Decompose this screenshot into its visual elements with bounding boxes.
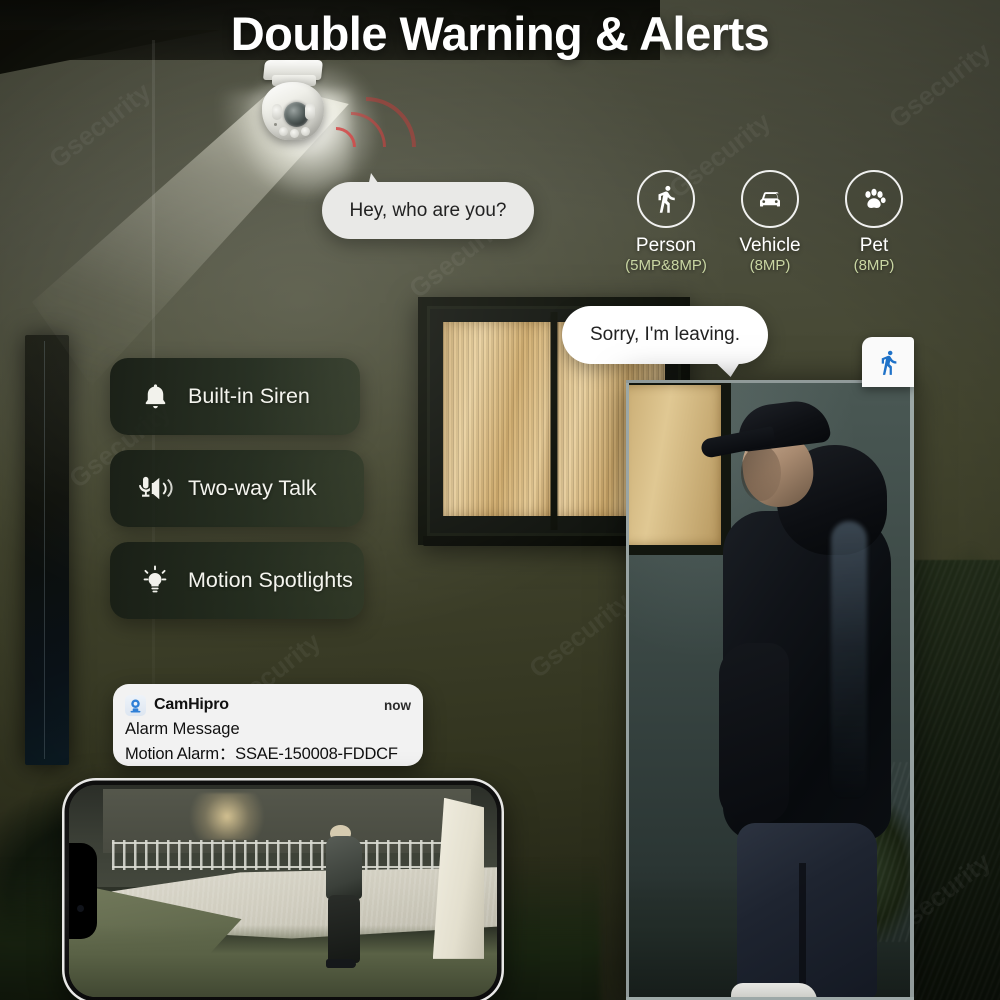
intruder-legs (737, 823, 877, 997)
phone-feed-string-lights (180, 793, 275, 841)
notification-title: Alarm Message (125, 720, 240, 738)
intruder-leg-split (799, 863, 806, 993)
camhipro-app-icon (125, 694, 146, 716)
intruder-shoe (731, 983, 817, 997)
two-way-talk-icon (132, 474, 178, 503)
feature-pill-two-way-talk[interactable]: Two-way Talk (110, 450, 364, 527)
intruder-arm (719, 643, 789, 823)
intruder-speech-text: Sorry, I'm leaving. (589, 324, 741, 345)
detection-label: Pet (859, 235, 889, 256)
intruder-highlight (831, 521, 867, 801)
detection-item-person[interactable]: Person (5MP&8MP) (620, 170, 712, 274)
smartphone-mockup[interactable] (62, 778, 504, 1000)
notification-header: CamHipro now (125, 692, 411, 718)
camera-speech-bubble: Hey, who are you? (322, 182, 534, 239)
phone-feed-person-body (325, 835, 363, 900)
light-bulb-icon (132, 564, 178, 598)
security-camera-device (258, 60, 330, 146)
feature-pill-motion-spotlights[interactable]: Motion Spotlights (110, 542, 364, 619)
phone-notch (69, 843, 97, 939)
phone-front-camera-icon (77, 905, 84, 912)
detection-item-pet[interactable]: Pet (8MP) (828, 170, 920, 274)
phone-screen[interactable] (69, 785, 497, 997)
detection-item-vehicle[interactable]: Vehicle (8MP) (724, 170, 816, 274)
bell-icon (132, 381, 178, 412)
alarm-notification-card[interactable]: CamHipro now Alarm Message Motion Alarm：… (113, 684, 423, 766)
camera-ir-led (272, 104, 282, 120)
phone-feed-person-shoe (325, 958, 356, 969)
intruder-face-shadow (741, 445, 781, 501)
promotional-banner: Gsecurity Gsecurity Gsecurity Gsecurity … (0, 0, 1000, 1000)
camera-body (262, 82, 324, 140)
camera-ir-led (301, 127, 310, 136)
notification-timestamp: now (384, 697, 411, 713)
dark-door-panel (25, 335, 69, 765)
camera-ir-led (290, 129, 299, 138)
window-pane-left (443, 322, 555, 516)
feature-label: Two-way Talk (188, 476, 317, 500)
phone-feed-fence-rail (111, 842, 480, 845)
intruder-figure (681, 393, 891, 997)
camera-ir-led (305, 103, 315, 120)
phone-feed-person-legs (327, 895, 361, 964)
camera-speech-text: Hey, who are you? (349, 199, 507, 221)
notification-body: Motion Alarm：SSAE-150008-FDDCF (125, 745, 398, 763)
phone-feed-fence-rail (111, 865, 480, 868)
intruder-speech-bubble: Sorry, I'm leaving. (562, 306, 768, 364)
running-person-icon (881, 350, 896, 375)
detection-sub-label: (8MP) (853, 256, 895, 274)
window-mullion (550, 312, 558, 530)
camera-sensor-dot (274, 123, 277, 126)
running-person-icon (637, 170, 695, 228)
notification-app-name: CamHipro (154, 696, 229, 713)
detection-label: Person (635, 235, 697, 256)
feature-label: Motion Spotlights (188, 568, 353, 592)
detection-sub-label: (8MP) (749, 256, 791, 274)
phone-feed-lawn-front (69, 924, 497, 997)
feature-label: Built-in Siren (188, 384, 310, 408)
car-icon (741, 170, 799, 228)
detection-types-row: Person (5MP&8MP) Vehicle (8MP) Pet (8MP) (620, 170, 920, 274)
feature-pill-built-in-siren[interactable]: Built-in Siren (110, 358, 360, 435)
intruder-video-panel[interactable] (626, 380, 914, 1000)
page-title: Double Warning & Alerts (230, 7, 770, 60)
detection-label: Vehicle (739, 235, 801, 256)
paw-icon (845, 170, 903, 228)
person-detection-badge[interactable] (862, 337, 914, 387)
detection-sub-label: (5MP&8MP) (625, 256, 707, 274)
camera-ir-led (279, 127, 288, 136)
